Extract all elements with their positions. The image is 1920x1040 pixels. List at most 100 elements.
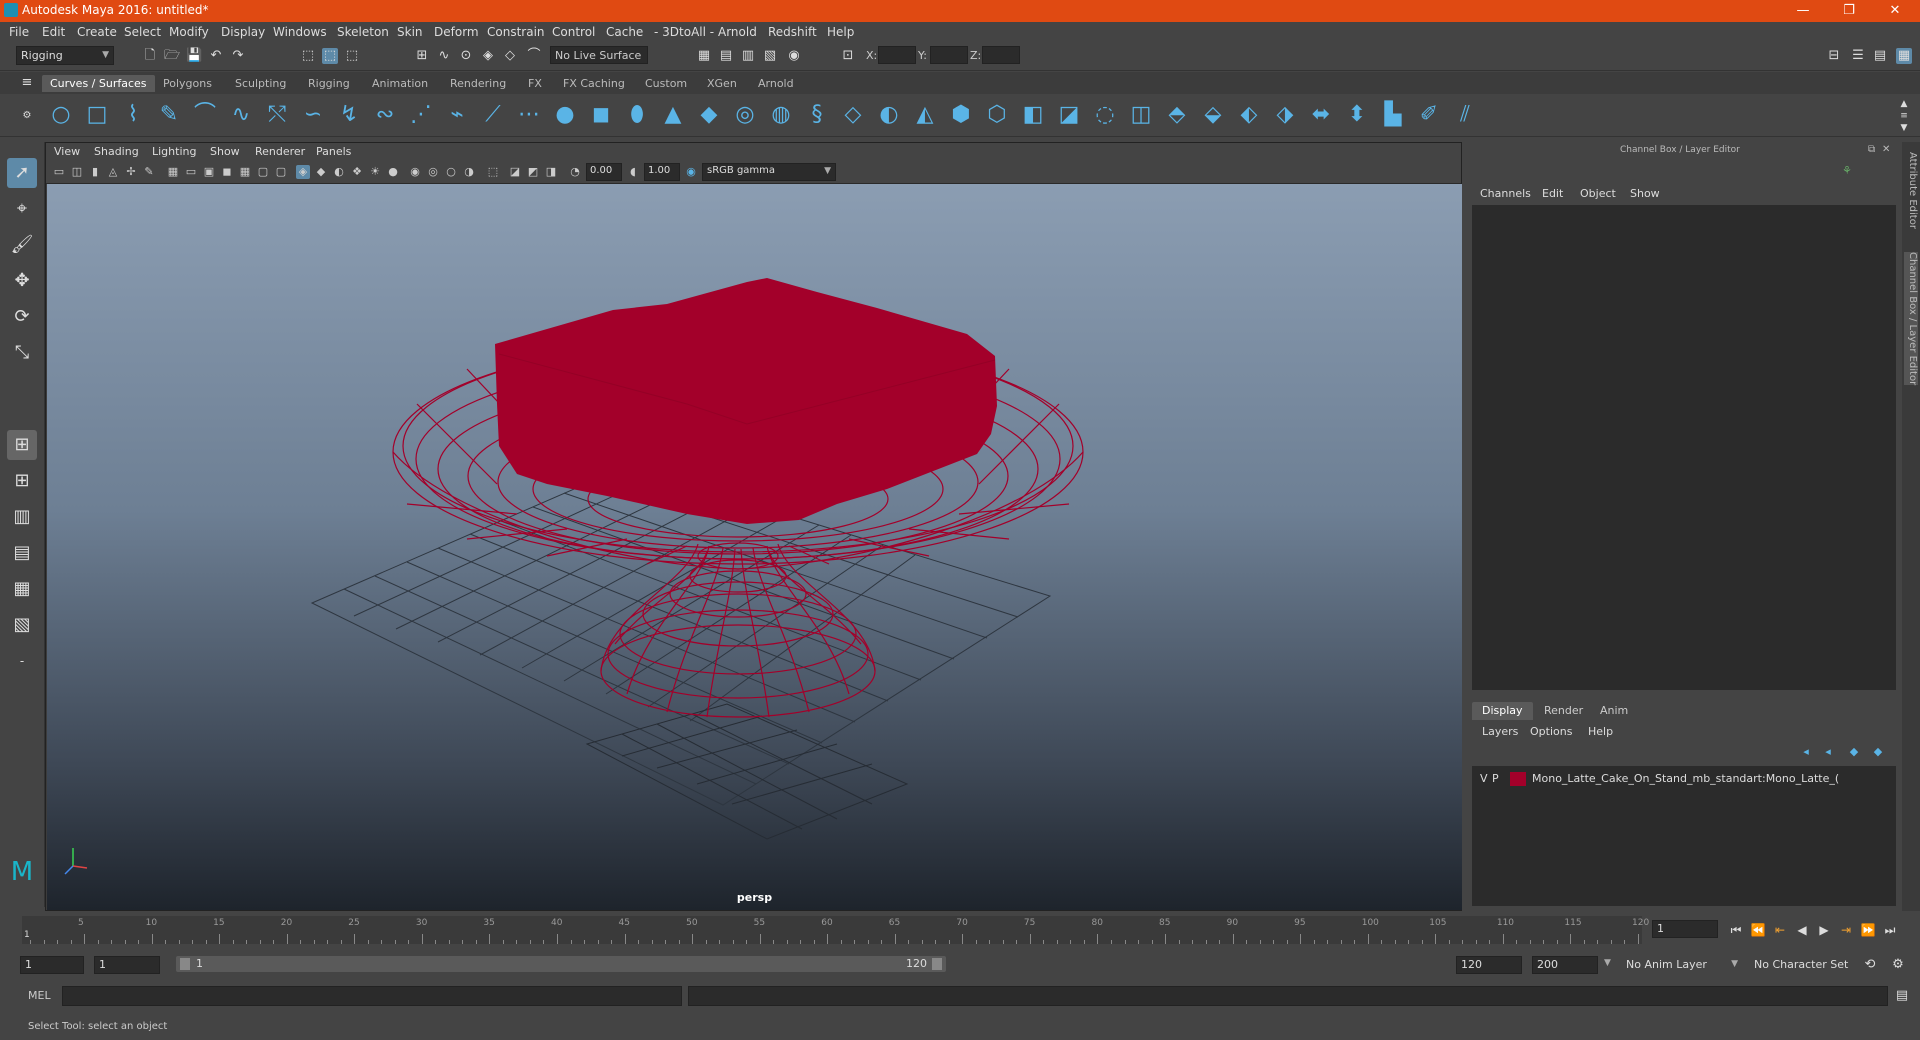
shelf-tab-curves-surfaces[interactable]: Curves / Surfaces — [42, 75, 155, 92]
grease-pencil-icon[interactable]: ✎ — [142, 165, 156, 179]
channel-menu-edit[interactable]: Edit — [1542, 187, 1563, 200]
layer-playback-toggle[interactable]: P — [1492, 772, 1499, 785]
resolution-gate-icon[interactable]: ▣ — [202, 165, 216, 179]
make-live-icon[interactable]: ⌒ — [526, 48, 542, 64]
nurbs-square-icon[interactable]: □ — [84, 102, 110, 128]
redo-icon[interactable]: ↷ — [230, 48, 246, 64]
project-curve-icon[interactable]: ◌ — [1092, 102, 1118, 128]
script-editor-icon[interactable]: ▤ — [1894, 988, 1910, 1004]
smooth-shade-icon[interactable]: ◆ — [314, 165, 328, 179]
menuset-dropdown[interactable]: Rigging ▼ — [16, 46, 114, 65]
bookmark-icon[interactable]: ▮ — [88, 165, 102, 179]
close-panel-icon[interactable]: ✕ — [1882, 144, 1890, 155]
loft-icon[interactable]: § — [804, 102, 830, 128]
trim-tool-icon[interactable]: ⬘ — [1164, 102, 1190, 128]
transform-input-icon[interactable]: ⊡ — [840, 48, 856, 64]
nurbs-cone-icon[interactable]: ▲ — [660, 102, 686, 128]
range-end-handle[interactable] — [932, 958, 942, 970]
start-time-field[interactable]: 1 — [20, 956, 84, 974]
nurbs-plane-icon[interactable]: ◆ — [696, 102, 722, 128]
shelf-tab-xgen[interactable]: XGen — [699, 75, 745, 92]
select-camera-icon[interactable]: ▭ — [52, 165, 66, 179]
xray-icon[interactable]: ◪ — [508, 165, 522, 179]
curve-editing-icon[interactable]: ⋯ — [516, 102, 542, 128]
nurbs-sphere-icon[interactable]: ● — [552, 102, 578, 128]
go-to-end-icon[interactable]: ⏭ — [1882, 922, 1898, 938]
ambient-occlusion-icon[interactable]: ◉ — [408, 165, 422, 179]
step-forward-icon[interactable]: ⏩ — [1860, 922, 1876, 938]
menu-redshift[interactable]: Redshift — [768, 25, 817, 39]
align-surfaces-icon[interactable]: ⬌ — [1308, 102, 1334, 128]
viewport-menu-panels[interactable]: Panels — [316, 145, 351, 158]
minimize-button[interactable]: — — [1780, 0, 1826, 22]
select-tool-icon[interactable]: ➚ — [7, 158, 37, 188]
safe-action-icon[interactable]: ▢ — [256, 165, 270, 179]
move-layer-up-icon[interactable]: ◂ — [1798, 744, 1814, 760]
layer-tab-render[interactable]: Render — [1534, 702, 1593, 720]
attach-curves-icon[interactable]: ⤲ — [264, 102, 290, 128]
auto-key-icon[interactable]: ⟲ — [1862, 957, 1878, 973]
arc-tool-icon[interactable]: ⌒ — [192, 102, 218, 128]
isolate-select-icon[interactable]: ⬚ — [486, 165, 500, 179]
offset-curve-icon[interactable]: ⋰ — [408, 102, 434, 128]
side-tab-channel-box[interactable]: Channel Box / Layer Editor — [1904, 252, 1918, 386]
menu-skin[interactable]: Skin — [397, 25, 423, 39]
menu-deform[interactable]: Deform — [434, 25, 479, 39]
layer-menu-help[interactable]: Help — [1588, 725, 1613, 738]
viewport-menu-lighting[interactable]: Lighting — [152, 145, 196, 158]
new-layer-from-selection-icon[interactable]: ◆ — [1870, 744, 1886, 760]
menu-control[interactable]: Control — [552, 25, 595, 39]
save-scene-icon[interactable]: 💾 — [186, 48, 202, 64]
extrude-icon[interactable]: ◐ — [876, 102, 902, 128]
channel-box-icon[interactable]: ▦ — [1896, 48, 1912, 64]
y-field[interactable] — [930, 46, 968, 64]
untrim-icon[interactable]: ⬙ — [1200, 102, 1226, 128]
shelf-tab-fx-caching[interactable]: FX Caching — [555, 75, 633, 92]
detach-curves-icon[interactable]: ∽ — [300, 102, 326, 128]
command-language-label[interactable]: MEL — [28, 989, 51, 1002]
gamma-field[interactable]: 1.00 — [644, 163, 680, 181]
go-to-start-icon[interactable]: ⏮ — [1728, 922, 1744, 938]
shelf-tab-custom[interactable]: Custom — [637, 75, 695, 92]
more-layouts-icon[interactable]: - — [7, 646, 37, 676]
layer-visibility-toggle[interactable]: V — [1480, 772, 1488, 785]
render-frame-icon[interactable]: ▤ — [718, 48, 734, 64]
modeling-toolkit-icon[interactable]: ⊟ — [1826, 48, 1842, 64]
depth-of-field-icon[interactable]: ◑ — [462, 165, 476, 179]
menu-edit[interactable]: Edit — [42, 25, 65, 39]
character-set-dropdown[interactable]: No Character Set — [1750, 956, 1870, 974]
menu-3dtoall[interactable]: - 3DtoAll - — [654, 25, 714, 39]
bevel-plus-icon[interactable]: ⬢ — [948, 102, 974, 128]
render-settings-icon[interactable]: ▧ — [762, 48, 778, 64]
time-ruler[interactable]: 1 5 10 15 20 25 30 35 40 45 50 55 60 65 70 75 80 85 90 95 1… — [22, 916, 1649, 944]
nurbs-torus-icon[interactable]: ◎ — [732, 102, 758, 128]
layout-graph-icon[interactable]: ▦ — [7, 574, 37, 604]
snap-grid-icon[interactable]: ⊞ — [414, 48, 430, 64]
ep-curve-icon[interactable]: ⌇ — [120, 102, 146, 128]
layer-color-swatch[interactable] — [1510, 772, 1526, 786]
layout-single-icon[interactable]: ⊞ — [7, 430, 37, 460]
move-tool-icon[interactable]: ✥ — [7, 266, 37, 296]
paint-select-tool-icon[interactable]: 🖌 — [7, 230, 37, 260]
nurbs-cylinder-icon[interactable]: ⬮ — [624, 102, 650, 128]
textured-icon[interactable]: ❖ — [350, 165, 364, 179]
attribute-editor-icon[interactable]: ☰ — [1850, 48, 1866, 64]
nurbs-cube-icon[interactable]: ◼ — [588, 102, 614, 128]
render-view-icon[interactable]: ▦ — [696, 48, 712, 64]
snap-view-icon[interactable]: ◈ — [480, 48, 496, 64]
menu-create[interactable]: Create — [77, 25, 117, 39]
shelf-options-icon[interactable]: ⚙ — [19, 108, 35, 124]
animation-preferences-icon[interactable]: ⚙ — [1890, 957, 1906, 973]
rebuild-curve-icon[interactable]: ⌁ — [444, 102, 470, 128]
xray-components-icon[interactable]: ◨ — [544, 165, 558, 179]
layout-outliner-icon[interactable]: ▤ — [7, 538, 37, 568]
snap-surface-icon[interactable]: ◇ — [502, 48, 518, 64]
shelf-scroll-down-icon[interactable]: ▼ — [1896, 120, 1912, 136]
planar-icon[interactable]: ◇ — [840, 102, 866, 128]
playback-end-field[interactable]: 120 — [1456, 956, 1522, 974]
playback-start-field[interactable]: 1 — [94, 956, 160, 974]
command-input[interactable] — [62, 986, 682, 1006]
xray-joints-icon[interactable]: ◩ — [526, 165, 540, 179]
rotate-tool-icon[interactable]: ⟳ — [7, 302, 37, 332]
play-forwards-icon[interactable]: ▶ — [1816, 922, 1832, 938]
